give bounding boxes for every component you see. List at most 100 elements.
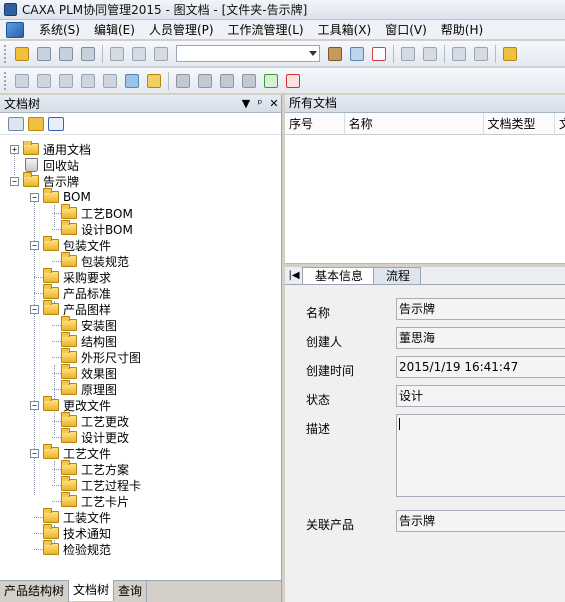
menu-system[interactable]: 系统(S) [32, 20, 87, 40]
flow-button-6[interactable] [122, 71, 142, 91]
properties-button[interactable] [78, 44, 98, 64]
flow-button-5[interactable] [100, 71, 120, 91]
tree-node-process-bom[interactable]: 工艺BOM [61, 204, 133, 221]
tree-node-tech-notice[interactable]: 技术通知 [43, 524, 112, 541]
tree-node-label: 技术通知 [63, 526, 112, 541]
sort-az-icon[interactable] [48, 116, 64, 131]
tab-scroll-first-icon[interactable]: |◀ [285, 267, 303, 284]
related-product-field[interactable]: 告示牌 [396, 510, 565, 532]
tree-node-process-files[interactable]: − 工艺文件 [30, 444, 111, 461]
tree-node-outline-drawing[interactable]: 外形尺寸图 [61, 348, 141, 365]
panel-dropdown-icon[interactable]: ▼ [239, 97, 253, 110]
menu-window[interactable]: 窗口(V) [378, 20, 434, 40]
collapse-icon[interactable]: − [30, 448, 39, 458]
menu-toolbox[interactable]: 工具箱(X) [311, 20, 379, 40]
creator-field[interactable]: 董思海 [396, 327, 565, 349]
filter-icon[interactable] [28, 116, 44, 131]
checkout-button[interactable] [420, 44, 440, 64]
collapse-icon[interactable]: − [30, 400, 39, 410]
new-document-button[interactable] [34, 44, 54, 64]
toolbar-grip[interactable] [4, 44, 7, 63]
move-up-button[interactable] [195, 71, 215, 91]
flow-button-2[interactable] [34, 71, 54, 91]
tab-document-tree[interactable]: 文档树 [69, 580, 115, 601]
menu-workflow[interactable]: 工作流管理(L) [221, 20, 311, 40]
move-down-button[interactable] [217, 71, 237, 91]
user-folder-button[interactable] [500, 44, 520, 64]
clipboard-button[interactable] [325, 44, 345, 64]
tree-node-purchase-req[interactable]: 采购要求 [43, 268, 111, 285]
menu-help[interactable]: 帮助(H) [434, 20, 490, 40]
notes-button[interactable] [369, 44, 389, 64]
flow-button-3[interactable] [56, 71, 76, 91]
copy-button[interactable] [129, 44, 149, 64]
system-menu-icon[interactable] [6, 21, 24, 38]
expand-all-icon[interactable] [8, 116, 24, 131]
open-button[interactable] [56, 44, 76, 64]
tree-connector [54, 205, 55, 227]
column-doc-type[interactable]: 文档类型 [484, 113, 556, 135]
tree-node-installation-drawing[interactable]: 安装图 [61, 316, 117, 333]
reject-button[interactable] [283, 71, 303, 91]
expand-icon[interactable]: + [10, 144, 19, 154]
status-field[interactable]: 设计 [396, 385, 565, 407]
tree-node-packaging-files[interactable]: − 包装文件 [30, 236, 111, 253]
approve-button[interactable] [261, 71, 281, 91]
close-icon[interactable]: ✕ [267, 97, 281, 110]
checkin-button[interactable] [398, 44, 418, 64]
move-top-button[interactable] [173, 71, 193, 91]
search-combo[interactable] [176, 45, 320, 62]
tab-query[interactable]: 查询 [114, 581, 148, 602]
tab-basic-info[interactable]: 基本信息 [302, 267, 375, 284]
tree-node-label: 产品图样 [63, 302, 112, 317]
collapse-icon[interactable]: − [10, 176, 19, 186]
find-button[interactable] [347, 44, 367, 64]
export-button[interactable] [471, 44, 491, 64]
new-folder-button[interactable] [12, 44, 32, 64]
tree-node-inspection-spec[interactable]: 检验规范 [43, 540, 111, 557]
tree-node-process-route-card[interactable]: 工艺过程卡 [61, 476, 141, 493]
menu-personnel[interactable]: 人员管理(P) [142, 20, 221, 40]
tab-product-structure[interactable]: 产品结构树 [0, 581, 70, 602]
tree-node-notice-board[interactable]: − 告示牌 [10, 172, 79, 189]
tree-node-design-bom[interactable]: 设计BOM [61, 220, 133, 237]
collapse-icon[interactable]: − [30, 304, 39, 314]
collapse-icon[interactable]: − [30, 192, 39, 202]
tree-node-general-docs[interactable]: + 通用文档 [10, 141, 91, 157]
toolbar-grip[interactable] [4, 71, 7, 90]
tab-workflow[interactable]: 流程 [373, 267, 422, 284]
import-button[interactable] [449, 44, 469, 64]
paste-button[interactable] [151, 44, 171, 64]
tree-node-bom[interactable]: − BOM [30, 188, 91, 205]
cut-button[interactable] [107, 44, 127, 64]
tree-node-rendering[interactable]: 效果图 [61, 364, 117, 381]
tree-node-schematic[interactable]: 原理图 [61, 380, 117, 397]
column-index[interactable]: 序号 [285, 113, 345, 135]
copy-icon [132, 46, 146, 61]
menu-edit[interactable]: 编辑(E) [87, 20, 142, 40]
created-time-field[interactable]: 2015/1/19 16:41:47 [396, 356, 565, 378]
pin-icon[interactable]: ᵖ [253, 97, 267, 110]
name-field[interactable]: 告示牌 [396, 298, 565, 320]
tree-node-process-card[interactable]: 工艺卡片 [61, 492, 129, 509]
tree-node-design-change[interactable]: 设计更改 [61, 428, 129, 445]
column-name[interactable]: 名称 [345, 113, 484, 135]
tree-node-structure-drawing[interactable]: 结构图 [61, 332, 117, 349]
tree-node-recycle-bin[interactable]: 回收站 [23, 157, 79, 173]
column-truncated[interactable]: 文 [555, 113, 565, 135]
flow-button-7[interactable] [144, 71, 164, 91]
tree-node-packaging-spec[interactable]: 包装规范 [61, 252, 129, 269]
description-field[interactable] [396, 414, 565, 497]
flow-button-4[interactable] [78, 71, 98, 91]
tree-node-product-standard[interactable]: 产品标准 [43, 284, 111, 301]
tree-node-change-files[interactable]: − 更改文件 [30, 396, 111, 413]
move-bottom-button[interactable] [239, 71, 259, 91]
collapse-icon[interactable]: − [30, 240, 39, 250]
flow-button-1[interactable] [12, 71, 32, 91]
tree-node-product-drawings[interactable]: − 产品图样 [30, 300, 112, 317]
tree-node-process-change[interactable]: 工艺更改 [61, 412, 129, 429]
arrow-top-icon [176, 73, 190, 88]
tree-node-tooling-files[interactable]: 工装文件 [43, 508, 111, 525]
tree-node-process-plan[interactable]: 工艺方案 [61, 460, 129, 477]
combo-dropdown-icon[interactable] [309, 51, 317, 56]
